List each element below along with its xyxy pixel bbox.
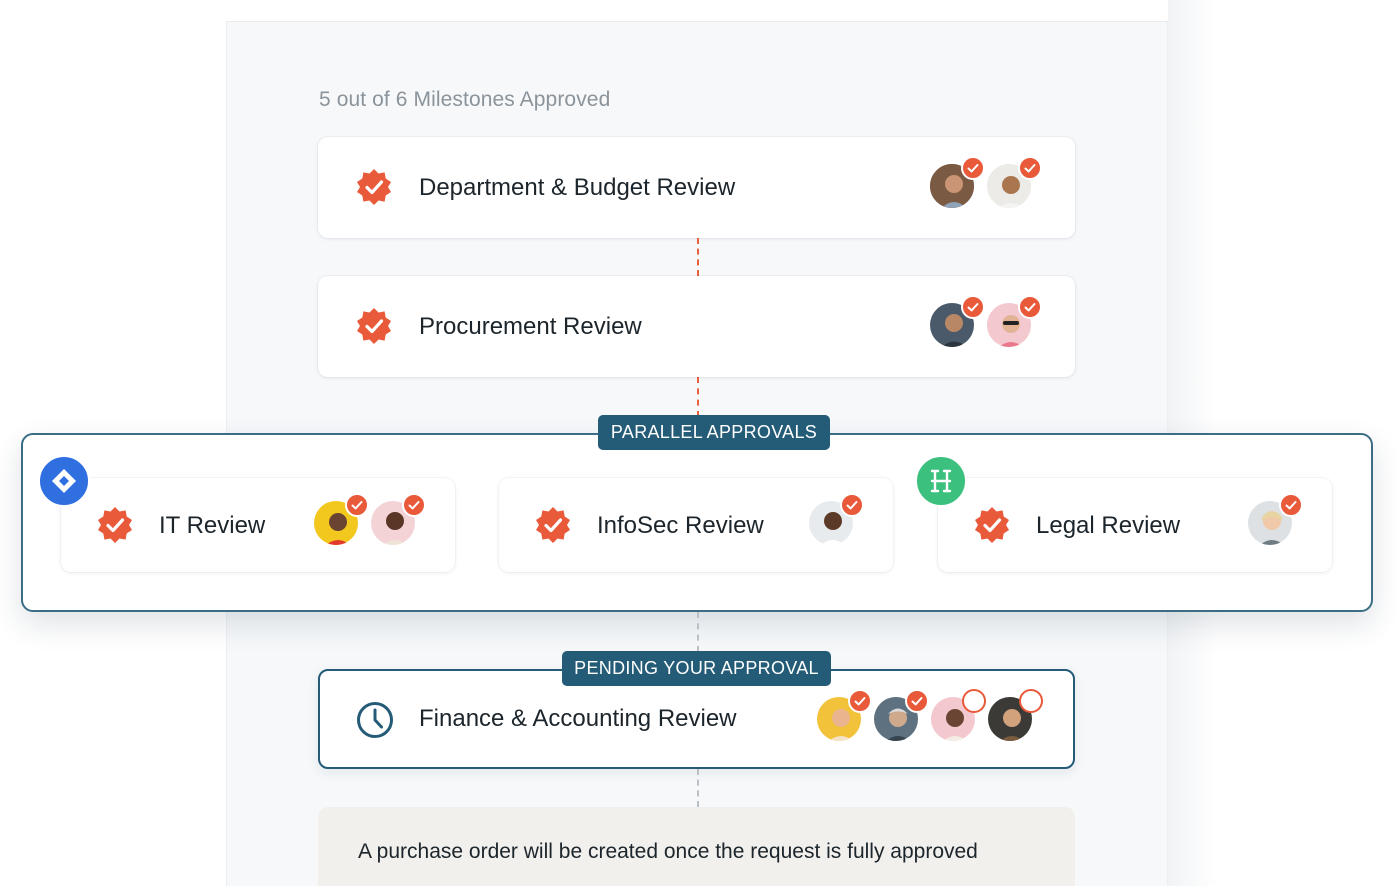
milestone-title: Finance & Accounting Review: [419, 705, 737, 732]
purchase-order-note-text: A purchase order will be created once th…: [358, 840, 978, 863]
approved-check-icon: [905, 689, 929, 713]
milestone-card-department[interactable]: Department & Budget Review: [318, 137, 1075, 238]
approved-badge-icon: [95, 505, 135, 545]
approved-badge-icon: [354, 306, 394, 346]
bracket-logo-icon: [915, 455, 967, 507]
milestone-card-legal[interactable]: Legal Review: [938, 478, 1332, 572]
milestone-title: IT Review: [159, 512, 266, 539]
approved-badge-icon: [533, 505, 573, 545]
parallel-approvals-tag: PARALLEL APPROVALS: [598, 415, 830, 450]
milestone-title: InfoSec Review: [597, 512, 764, 539]
panel-topbar: [226, 0, 1168, 22]
approved-check-icon: [402, 493, 426, 517]
flow-connector: [697, 612, 699, 652]
approved-check-icon: [345, 493, 369, 517]
flow-connector: [697, 377, 699, 417]
diamond-icon: [38, 455, 90, 507]
flow-connector: [697, 238, 699, 276]
approved-badge-icon: [354, 167, 394, 207]
milestone-card-procurement[interactable]: Procurement Review: [318, 276, 1075, 377]
milestone-title: Procurement Review: [419, 313, 642, 340]
approved-check-icon: [848, 689, 872, 713]
approved-check-icon: [1279, 493, 1303, 517]
approved-check-icon: [961, 156, 985, 180]
purchase-order-note: A purchase order will be created once th…: [318, 807, 1075, 886]
pending-approval-tag: PENDING YOUR APPROVAL: [562, 651, 831, 686]
milestone-title: Department & Budget Review: [419, 174, 736, 201]
milestone-title: Legal Review: [1036, 512, 1181, 539]
flow-connector: [697, 769, 699, 807]
pending-status-icon: [1019, 689, 1043, 713]
milestone-card-infosec[interactable]: InfoSec Review: [499, 478, 893, 572]
milestone-progress-text: 5 out of 6 Milestones Approved: [319, 88, 611, 111]
approved-badge-icon: [972, 505, 1012, 545]
approved-check-icon: [840, 493, 864, 517]
approved-check-icon: [1018, 156, 1042, 180]
pending-status-icon: [962, 689, 986, 713]
clock-icon: [355, 700, 395, 740]
approved-check-icon: [961, 295, 985, 319]
approved-check-icon: [1018, 295, 1042, 319]
approval-workflow: 5 out of 6 Milestones Approved Departmen…: [0, 0, 1396, 886]
milestone-card-it[interactable]: IT Review: [61, 478, 455, 572]
